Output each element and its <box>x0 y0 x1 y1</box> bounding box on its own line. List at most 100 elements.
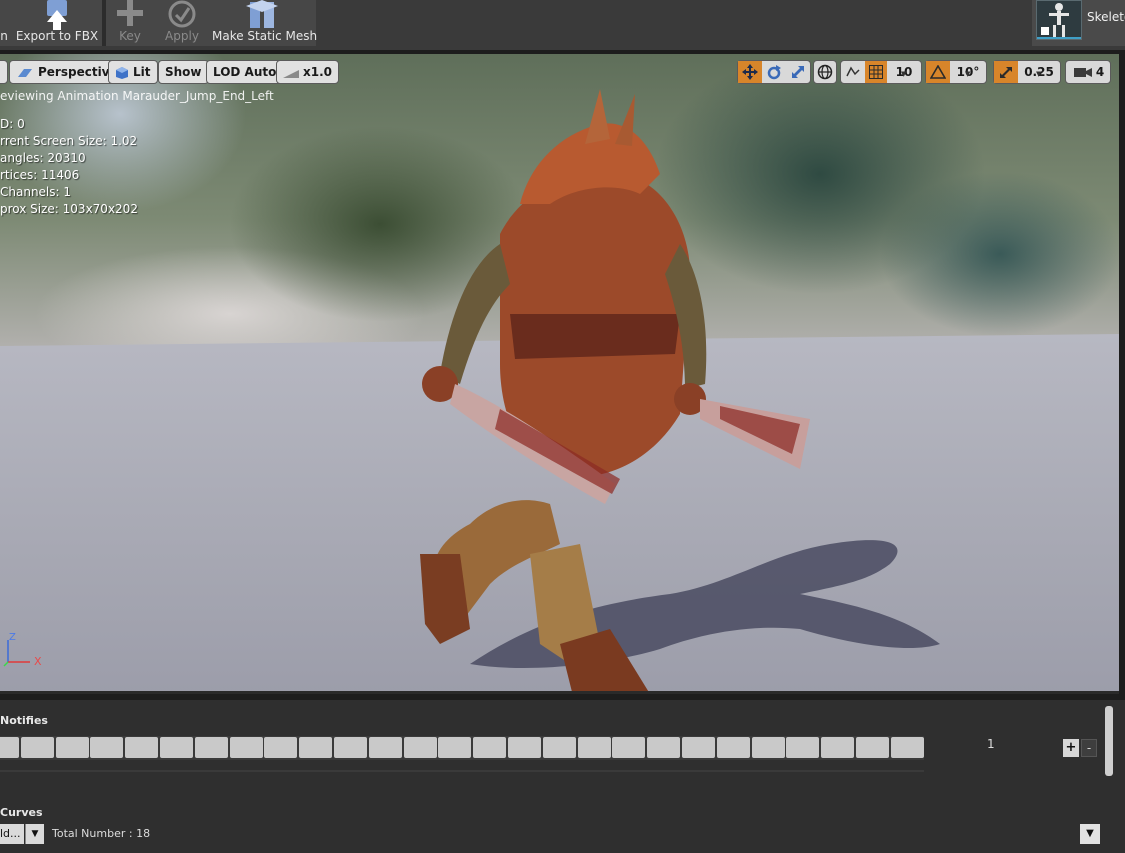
preview-animation-text: eviewing Animation Marauder_Jump_End_Lef… <box>0 89 274 103</box>
grid-snap-value-dropdown[interactable]: 10 ▼ <box>887 61 921 83</box>
timeline-frame-cell[interactable] <box>403 737 437 758</box>
stat-lod: D: 0 <box>0 117 25 131</box>
rotation-snap-group: 10° ▼ <box>925 60 987 84</box>
perspective-label: Perspective <box>38 65 118 79</box>
lit-button[interactable]: Lit <box>108 60 158 84</box>
timeline-frame-cell[interactable] <box>299 737 333 758</box>
timeline-frame-cell[interactable] <box>856 737 889 758</box>
coordinate-space-group <box>813 60 837 84</box>
timeline-frame-cell[interactable] <box>438 737 472 758</box>
camera-speed-value: 4 <box>1095 65 1105 79</box>
timeline-frame-cell[interactable] <box>160 737 193 758</box>
show-button[interactable]: Show <box>158 60 209 84</box>
camera-speed-dropdown[interactable]: 4 <box>1066 61 1112 83</box>
scale-snap-group: 0.25 ▼ <box>993 60 1061 84</box>
translate-mode-button[interactable] <box>738 61 762 83</box>
timeline-frame-cell[interactable] <box>577 737 611 758</box>
grid-snap-group: 10 ▼ <box>840 60 922 84</box>
camera-icon <box>1073 68 1092 77</box>
timeline-frame-cell[interactable] <box>821 737 855 758</box>
timeline-frame-cell[interactable] <box>20 737 54 758</box>
timeline-frame-cell[interactable] <box>508 737 541 758</box>
lod-auto-label: LOD Auto <box>213 65 277 79</box>
lod-auto-button[interactable]: LOD Auto <box>206 60 284 84</box>
export-to-fbx-button[interactable]: Export to FBX <box>14 0 100 46</box>
remove-track-button[interactable]: - <box>1081 739 1097 757</box>
timeline-frame-cell[interactable] <box>647 737 681 758</box>
show-label: Show <box>165 65 202 79</box>
rotation-snap-toggle[interactable] <box>926 61 950 83</box>
skeleton-mode-tab[interactable]: Skeleto <box>1032 0 1125 46</box>
speed-icon <box>283 69 299 78</box>
move-arrows-icon <box>742 64 758 80</box>
notifies-title: Notifies <box>0 714 48 727</box>
timeline-frame-cell[interactable] <box>264 737 298 758</box>
scale-snap-value-dropdown[interactable]: 0.25 ▼ <box>1018 61 1060 83</box>
animation-viewport[interactable]: Perspective Lit Show LOD Auto x1.0 10 ▼ … <box>0 54 1119 694</box>
timeline-frame-cell[interactable] <box>716 737 750 758</box>
lit-label: Lit <box>133 65 151 79</box>
skeleton-thumbnail <box>1036 0 1082 40</box>
scale-snap-toggle[interactable] <box>994 61 1018 83</box>
plus-icon <box>117 0 143 26</box>
surface-snap-button[interactable] <box>841 61 865 83</box>
curves-expand-button[interactable]: ▼ <box>1080 824 1100 844</box>
timeline-frame-cell[interactable] <box>194 737 228 758</box>
notify-timeline-track[interactable] <box>0 736 924 760</box>
stat-approx-size: prox Size: 103x70x202 <box>0 202 138 216</box>
scale-mode-button[interactable] <box>786 61 810 83</box>
apply-button[interactable]: Apply <box>160 0 204 46</box>
timeline-frame-cell[interactable] <box>125 737 159 758</box>
timeline-frame-cell[interactable] <box>751 737 785 758</box>
add-track-button[interactable]: + <box>1063 739 1079 757</box>
timeline-frame-cell[interactable] <box>890 737 924 758</box>
timeline-frame-cell[interactable] <box>682 737 715 758</box>
rotation-snap-value-dropdown[interactable]: 10° ▼ <box>950 61 986 83</box>
skeleton-icon <box>1037 3 1081 39</box>
viewport-options-button[interactable] <box>0 60 8 84</box>
curves-total-number: Total Number : 18 <box>52 827 151 840</box>
stat-uv-channels: Channels: 1 <box>0 185 72 199</box>
angle-icon <box>929 64 947 79</box>
timeline-frame-cell[interactable] <box>542 737 576 758</box>
playback-speed-button[interactable]: x1.0 <box>276 60 339 84</box>
timeline-frame-cell[interactable] <box>0 737 19 758</box>
curve-name-field[interactable]: ld... <box>0 824 24 844</box>
skeleton-tab-label: Skeleto <box>1087 10 1125 24</box>
export-icon <box>47 0 67 30</box>
axis-x-label: X <box>34 655 42 668</box>
axis-gizmo: Z X <box>0 630 50 670</box>
curve-dropdown-button[interactable]: ▼ <box>25 824 44 844</box>
rotate-mode-button[interactable] <box>762 61 786 83</box>
toolbar-partial-label: n <box>0 29 8 43</box>
timeline-frame-cell[interactable] <box>90 737 124 758</box>
lit-cube-icon <box>116 66 128 79</box>
chevron-down-icon: ▼ <box>31 829 39 839</box>
timeline-frame-cell[interactable] <box>55 737 89 758</box>
static-mesh-icon <box>246 0 278 28</box>
main-toolbar: n Export to FBX Key Apply Make Static Me… <box>0 0 1125 50</box>
rotate-icon <box>767 65 781 80</box>
world-space-button[interactable] <box>814 61 836 83</box>
transform-mode-group <box>737 60 811 84</box>
timeline-frame-cell[interactable] <box>612 737 646 758</box>
timeline-frame-cell[interactable] <box>473 737 507 758</box>
timeline-frame-cell[interactable] <box>229 737 263 758</box>
scale-icon <box>792 66 804 78</box>
toolbar-partial-button[interactable]: n <box>0 0 8 46</box>
axis-lines-icon <box>3 640 30 667</box>
stat-triangles: angles: 20310 <box>0 151 86 165</box>
grid-icon <box>869 65 883 79</box>
toolbar-group-export: n Export to FBX <box>0 0 102 46</box>
chevron-down-icon: ▼ <box>965 70 971 78</box>
timeline-frame-cell[interactable] <box>368 737 402 758</box>
timeline-frame-cell[interactable] <box>786 737 820 758</box>
stat-vertices: rtices: 11406 <box>0 168 80 182</box>
grid-snap-toggle[interactable] <box>865 61 887 83</box>
notifies-scrollbar[interactable] <box>1105 706 1113 776</box>
timeline-frame-cell[interactable] <box>334 737 367 758</box>
make-static-mesh-button[interactable]: Make Static Mesh <box>212 0 317 46</box>
curves-title: Curves <box>0 806 43 819</box>
key-button[interactable]: Key <box>112 0 148 46</box>
timeline-divider <box>0 770 924 772</box>
